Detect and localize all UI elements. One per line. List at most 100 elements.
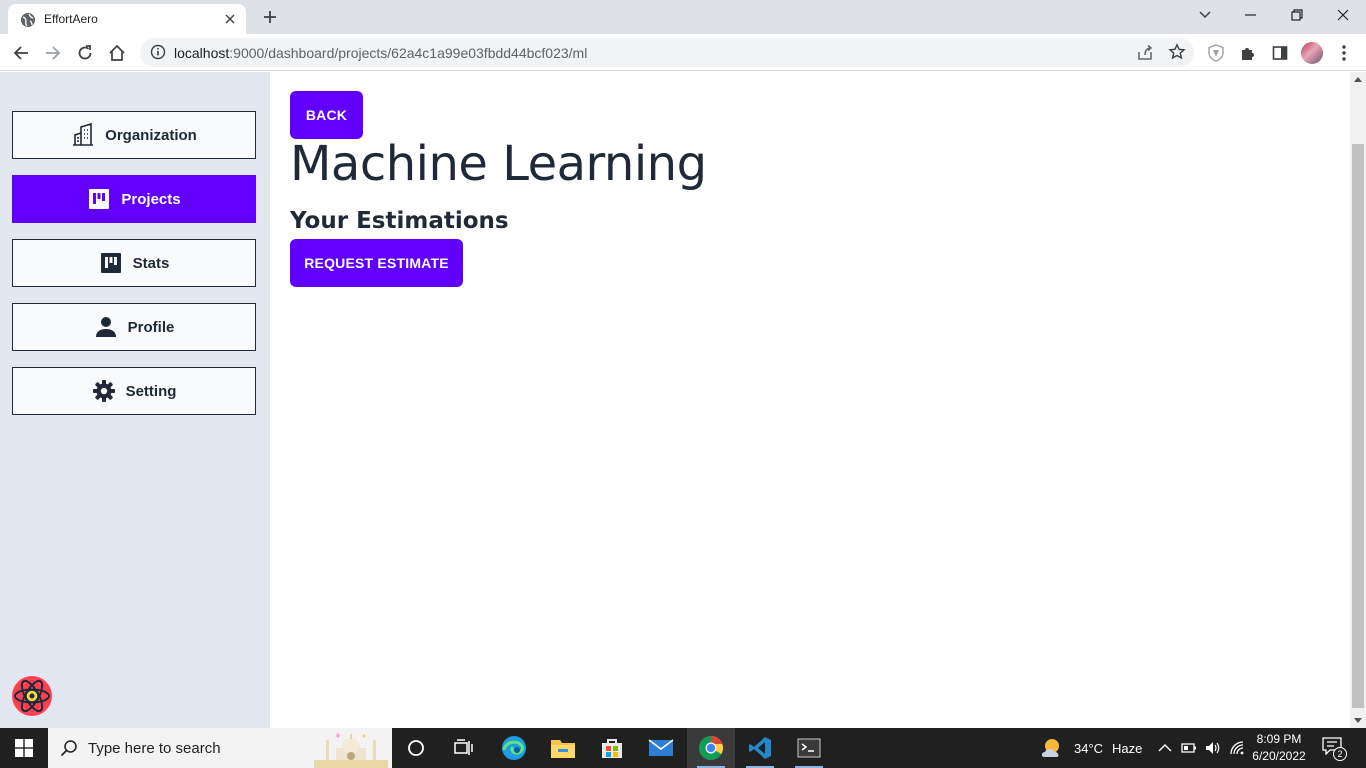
windows-taskbar: Type here to search 34°C Haze 8:09 PM 6/…: [0, 728, 1366, 768]
windows-logo-icon: [15, 739, 33, 757]
volume-icon[interactable]: [1205, 740, 1221, 756]
taskbar-app-explorer[interactable]: [539, 728, 587, 768]
window-close-button[interactable]: [1320, 0, 1366, 30]
taj-mahal-illustration-icon: [314, 732, 388, 768]
sidebar-item-organization[interactable]: Organization: [12, 111, 256, 159]
sidebar-item-label: Stats: [132, 254, 170, 272]
person-icon: [94, 315, 118, 339]
shield-icon: [1208, 44, 1224, 62]
board-icon: [99, 251, 123, 275]
back-button[interactable]: BACK: [290, 91, 363, 139]
restore-icon: [1291, 9, 1303, 21]
task-view-button[interactable]: [440, 728, 488, 768]
back-nav-button[interactable]: [8, 40, 34, 66]
side-panel-button[interactable]: [1267, 40, 1293, 66]
minimize-icon: [1245, 14, 1256, 16]
notification-badge: 2: [1333, 747, 1347, 761]
sidebar: Organization Projects Stats Profile Sett…: [0, 72, 270, 728]
mail-icon: [648, 739, 674, 756]
kebab-menu-icon: [1342, 45, 1346, 61]
vscode-icon: [749, 737, 771, 759]
store-icon: [602, 739, 622, 758]
sidebar-item-stats[interactable]: Stats: [12, 239, 256, 287]
edge-browser-icon: [502, 736, 526, 760]
home-button[interactable]: [104, 40, 130, 66]
sidebar-item-profile[interactable]: Profile: [12, 303, 256, 351]
scrollbar-thumb[interactable]: [1352, 144, 1364, 708]
scroll-down-arrow-icon[interactable]: [1354, 716, 1362, 724]
battery-icon[interactable]: [1181, 740, 1197, 756]
section-title: Your Estimations: [290, 208, 509, 234]
terminal-icon: [797, 738, 821, 758]
sidebar-item-label: Setting: [125, 382, 177, 400]
taskbar-app-vscode[interactable]: [736, 728, 784, 768]
profile-avatar[interactable]: [1300, 41, 1324, 65]
chevron-up-icon[interactable]: [1157, 740, 1173, 756]
taskbar-app-chrome[interactable]: [687, 728, 735, 768]
puzzle-icon: [1242, 48, 1254, 60]
arrow-left-icon: [13, 46, 28, 60]
weather-partly-cloudy-icon[interactable]: [1040, 737, 1066, 759]
page-viewport: Organization Projects Stats Profile Sett…: [0, 72, 1366, 728]
browser-menu-button[interactable]: [1331, 40, 1357, 66]
taskbar-search-box[interactable]: Type here to search: [48, 728, 392, 768]
brave-shield-button[interactable]: [1203, 40, 1229, 66]
taskbar-app-edge[interactable]: [490, 728, 538, 768]
main-content: BACK Machine Learning Your Estimations R…: [270, 72, 1350, 728]
tab-search-button[interactable]: [1182, 0, 1228, 30]
address-bar[interactable]: localhost:9000/dashboard/projects/62a4c1…: [140, 38, 1194, 67]
browser-tab[interactable]: EffortAero: [8, 4, 246, 34]
extensions-button[interactable]: [1235, 40, 1261, 66]
arrow-right-icon: [46, 46, 61, 60]
reload-button[interactable]: [72, 40, 98, 66]
restore-button[interactable]: [1274, 0, 1320, 30]
close-icon[interactable]: [222, 11, 238, 27]
chrome-icon: [698, 735, 724, 761]
close-icon: [1337, 9, 1349, 21]
new-tab-button[interactable]: [258, 6, 282, 28]
share-icon[interactable]: [1136, 44, 1154, 62]
notification-center-button[interactable]: 2: [1322, 737, 1347, 761]
reload-icon: [78, 45, 92, 60]
browser-tab-bar: EffortAero: [0, 0, 1366, 34]
task-view-icon: [454, 739, 473, 755]
home-icon: [109, 44, 125, 61]
building-icon: [71, 123, 95, 147]
wifi-icon[interactable]: [1229, 740, 1245, 756]
scroll-up-arrow-icon[interactable]: [1354, 76, 1362, 84]
forward-nav-button[interactable]: [40, 40, 66, 66]
folder-icon: [551, 740, 575, 758]
cortana-button[interactable]: [392, 728, 440, 768]
tab-title: EffortAero: [44, 12, 98, 26]
clock-date: 6/20/2022: [1252, 749, 1306, 763]
url-host: localhost: [174, 45, 230, 61]
cortana-circle-icon: [408, 740, 424, 756]
search-icon: [60, 740, 77, 757]
start-button[interactable]: [0, 728, 48, 768]
side-panel-icon: [1272, 46, 1288, 60]
taskbar-app-mail[interactable]: [637, 728, 685, 768]
request-estimate-button[interactable]: REQUEST ESTIMATE: [290, 239, 463, 287]
gear-icon: [92, 379, 116, 403]
weather-temperature[interactable]: 34°C: [1074, 741, 1103, 756]
info-icon[interactable]: [150, 44, 166, 60]
clock-time: 8:09 PM: [1256, 732, 1302, 746]
minimize-button[interactable]: [1228, 0, 1274, 30]
page-scrollbar[interactable]: [1350, 72, 1366, 728]
sidebar-item-setting[interactable]: Setting: [12, 367, 256, 415]
sidebar-item-label: Projects: [121, 190, 181, 208]
browser-toolbar: localhost:9000/dashboard/projects/62a4c1…: [0, 34, 1366, 71]
sidebar-item-projects[interactable]: Projects: [12, 175, 256, 223]
taskbar-app-store[interactable]: [588, 728, 636, 768]
address-url[interactable]: localhost:9000/dashboard/projects/62a4c1…: [174, 45, 587, 61]
search-placeholder: Type here to search: [88, 740, 221, 757]
react-query-devtools-icon[interactable]: [10, 674, 54, 718]
url-path: :9000/dashboard/projects/62a4c1a99e03fbd…: [229, 45, 588, 61]
globe-icon: [21, 13, 35, 27]
board-icon: [87, 187, 111, 211]
taskbar-clock[interactable]: 8:09 PM 6/20/2022: [1244, 731, 1314, 765]
bookmark-star-icon[interactable]: [1168, 43, 1186, 61]
sidebar-item-label: Organization: [105, 126, 197, 144]
taskbar-app-terminal[interactable]: [785, 728, 833, 768]
weather-description[interactable]: Haze: [1112, 741, 1142, 756]
